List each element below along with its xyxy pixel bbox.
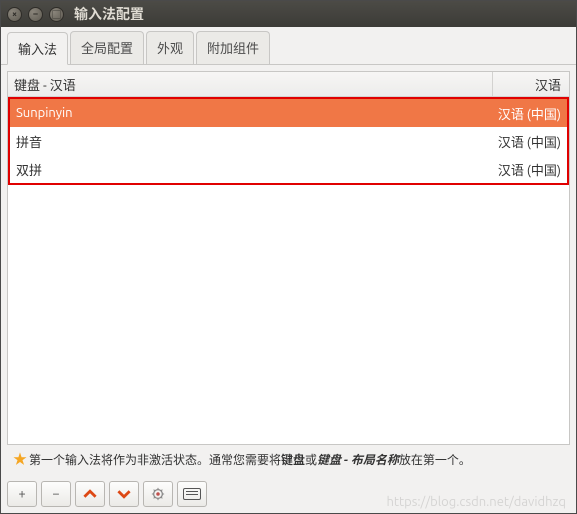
input-method-list[interactable]: 键盘 - 汉语 汉语 Sunpinyin 汉语 (中国) 拼音 汉语 (中国) … [7,71,570,445]
chevron-down-icon [117,487,131,501]
im-name: Sunpinyin [10,106,492,120]
list-item[interactable]: 双拼 汉语 (中国) [10,155,567,183]
configure-button[interactable] [143,481,173,507]
minimize-icon[interactable]: – [28,7,43,22]
im-name: 双拼 [10,160,492,179]
tabbar: 输入法 全局配置 外观 附加组件 [1,27,576,65]
listbox-empty-area[interactable] [8,185,569,444]
im-lang: 汉语 (中国) [492,132,567,151]
watermark: https://blog.csdn.net/davidhzq [386,495,566,509]
move-down-button[interactable] [109,481,139,507]
hint: ★ 第一个输入法将作为非激活状态。通常您需要将键盘或键盘 - 布局名称放在第一个… [13,449,564,469]
window-title: 输入法配置 [74,4,144,24]
im-lang: 汉语 (中国) [492,160,567,179]
keyboard-button[interactable] [177,481,207,507]
list-item[interactable]: 拼音 汉语 (中国) [10,127,567,155]
list-item[interactable]: Sunpinyin 汉语 (中国) [10,99,567,127]
chevron-up-icon [83,487,97,501]
tab-global-config[interactable]: 全局配置 [70,31,144,64]
close-icon[interactable]: × [7,7,22,22]
maximize-icon[interactable]: ▢ [49,7,64,22]
header-language[interactable]: 汉语 [493,72,569,96]
star-icon: ★ [13,449,27,469]
window-controls: × – ▢ [7,7,64,22]
remove-button[interactable]: − [41,481,71,507]
tab-input-methods[interactable]: 输入法 [7,32,68,65]
tab-addons[interactable]: 附加组件 [196,31,270,64]
window: × – ▢ 输入法配置 输入法 全局配置 外观 附加组件 键盘 - 汉语 汉语 … [0,0,577,514]
im-lang: 汉语 (中国) [492,104,567,123]
list-header: 键盘 - 汉语 汉语 [8,72,569,97]
titlebar: × – ▢ 输入法配置 [1,1,576,27]
highlight-frame: Sunpinyin 汉语 (中国) 拼音 汉语 (中国) 双拼 汉语 (中国) [8,97,569,185]
keyboard-icon [183,488,201,500]
toolbar: + − https://blog.csdn.net/davidhzq [1,475,576,513]
im-name: 拼音 [10,132,492,151]
move-up-button[interactable] [75,481,105,507]
gear-icon [151,487,165,501]
add-button[interactable]: + [7,481,37,507]
hint-text: 第一个输入法将作为非激活状态。通常您需要将键盘或键盘 - 布局名称放在第一个。 [29,451,471,468]
header-name[interactable]: 键盘 - 汉语 [8,72,493,96]
tab-appearance[interactable]: 外观 [146,31,194,64]
content: 键盘 - 汉语 汉语 Sunpinyin 汉语 (中国) 拼音 汉语 (中国) … [7,71,570,469]
